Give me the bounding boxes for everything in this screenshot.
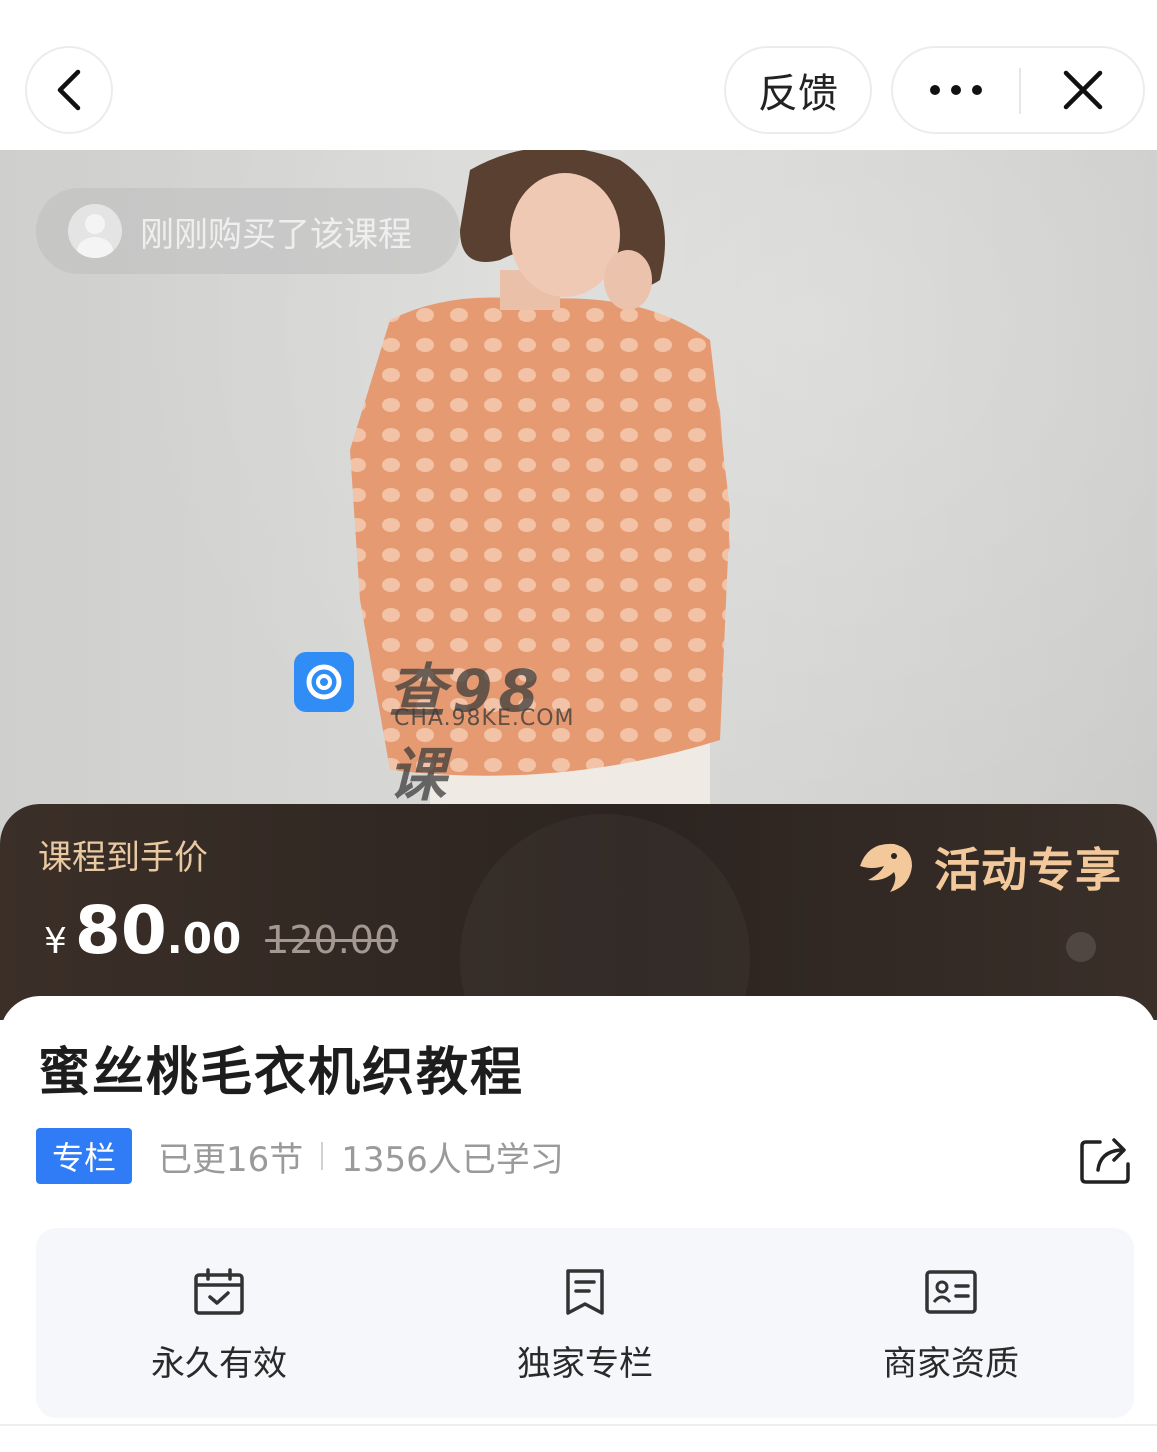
recent-purchase-toast: 刚刚购买了该课程: [36, 188, 460, 274]
price-integer: 80: [74, 892, 167, 969]
dolphin-logo-icon: [860, 843, 912, 892]
bookmark-doc-icon: [566, 1269, 604, 1315]
bottom-divider: [0, 1424, 1157, 1426]
original-price: 120.00: [265, 918, 399, 962]
learner-count: 1356人已学习: [341, 1139, 564, 1180]
close-button[interactable]: [1021, 48, 1145, 132]
column-tag: 专栏: [36, 1128, 132, 1184]
id-card-icon: [925, 1270, 977, 1314]
feature-label: 独家专栏: [517, 1344, 653, 1384]
course-features: 永久有效 独家专栏 商家资质: [36, 1228, 1134, 1418]
recent-purchase-text: 刚刚购买了该课程: [140, 214, 412, 255]
course-title: 蜜丝桃毛衣机织教程: [38, 1043, 525, 1103]
close-icon: [1063, 70, 1103, 110]
feature-merchant[interactable]: 商家资质: [768, 1228, 1134, 1418]
meta-divider: [321, 1142, 324, 1170]
promo-badge: 活动专享: [854, 834, 1122, 900]
banner-decoration: [460, 814, 750, 1020]
feature-permanent: 永久有效: [36, 1228, 402, 1418]
more-dots-icon: [930, 85, 982, 95]
feedback-button[interactable]: 反馈: [724, 46, 872, 134]
price-row: ¥ 80 .00 120.00: [44, 892, 398, 969]
top-bar: 反馈: [0, 0, 1157, 150]
share-icon: [1080, 1138, 1130, 1184]
feature-exclusive: 独家专栏: [402, 1228, 768, 1418]
price-decimal: .00: [166, 914, 242, 963]
course-info-card: 蜜丝桃毛衣机织教程 专栏 已更16节 1356人已学习 永久有效 独家专栏 商家…: [0, 996, 1157, 1452]
feature-label: 永久有效: [151, 1344, 287, 1384]
mini-program-capsule: [891, 46, 1145, 134]
back-arrow-icon: [57, 69, 81, 111]
share-button[interactable]: [1080, 1132, 1132, 1184]
more-button[interactable]: [893, 48, 1019, 132]
banner-decoration-dot: [1066, 932, 1096, 962]
feature-label: 商家资质: [883, 1344, 1019, 1384]
course-meta: 专栏 已更16节 1356人已学习: [36, 1128, 564, 1184]
promo-label: 活动专享: [934, 843, 1122, 897]
avatar: [68, 204, 122, 258]
feedback-label: 反馈: [758, 71, 838, 117]
watermark-url: CHA.98KE.COM: [394, 706, 575, 731]
back-button[interactable]: [25, 46, 113, 134]
price-label: 课程到手价: [38, 838, 208, 878]
watermark: 查98课 CHA.98KE.COM: [294, 648, 604, 809]
currency-symbol: ¥: [44, 921, 67, 962]
update-count: 已更16节: [158, 1139, 304, 1180]
price-banner: 课程到手价 ¥ 80 .00 120.00 活动专享: [0, 804, 1157, 1020]
calendar-check-icon: [194, 1268, 244, 1315]
watermark-logo-icon: [294, 652, 354, 712]
